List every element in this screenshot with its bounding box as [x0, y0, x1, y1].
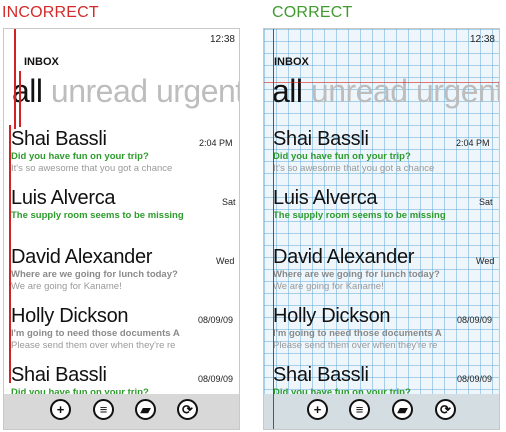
list-item[interactable]: Shai Bassli Did you have fun on your tri… [11, 127, 239, 186]
list-item[interactable]: David Alexander Where are we going for l… [11, 245, 239, 304]
message-subject: Did you have fun on your trip? [11, 151, 149, 162]
message-date: 08/09/09 [457, 374, 493, 384]
message-date: 08/09/09 [457, 315, 493, 325]
folder-icon[interactable]: ▰ [135, 399, 156, 420]
message-date: 08/09/09 [198, 315, 234, 325]
message-subject: Where are we going for lunch today? [273, 269, 440, 280]
list-item[interactable]: Holly Dickson I'm going to need those do… [11, 304, 239, 363]
guide-line [9, 125, 11, 383]
list-item[interactable]: Luis Alverca The supply room seems to be… [273, 186, 499, 245]
message-subject: Where are we going for lunch today? [11, 269, 178, 280]
message-date: Wed [216, 256, 235, 266]
add-icon[interactable]: + [50, 399, 71, 420]
message-sender: David Alexander [273, 246, 415, 268]
message-preview: It's so awesome that you got a chance [11, 163, 173, 174]
list-item[interactable]: Luis Alverca The supply room seems to be… [11, 186, 239, 245]
folder-icon[interactable]: ▰ [392, 399, 413, 420]
pivot-header: all unread urgent [12, 73, 239, 109]
pivot-all[interactable]: all [12, 73, 43, 109]
guide-line [273, 29, 274, 429]
add-icon[interactable]: + [307, 399, 328, 420]
app-bar: + ≡ ▰ ⟳ [264, 394, 499, 429]
message-preview: Please send them over when they're re [11, 340, 176, 351]
app-bar: + ≡ ▰ ⟳ [4, 394, 239, 429]
guide-line [19, 71, 21, 127]
message-preview: We are going for Kaname! [11, 281, 122, 292]
pivot-header: all unread urgent [272, 73, 499, 109]
list-item[interactable]: David Alexander Where are we going for l… [273, 245, 499, 304]
list-icon[interactable]: ≡ [93, 399, 114, 420]
pivot-urgent[interactable]: urgent [156, 73, 239, 109]
guide-line [264, 82, 499, 83]
inbox-title: INBOX [274, 56, 309, 68]
message-sender: David Alexander [11, 246, 153, 268]
status-clock: 12:38 [469, 34, 495, 45]
list-icon[interactable]: ≡ [349, 399, 370, 420]
message-preview: It's so awesome that you got a chance [273, 163, 435, 174]
incorrect-phone-screen: 12:38 INBOX all unread urgent Shai Bassl… [3, 28, 240, 430]
pivot-urgent[interactable]: urgent [416, 73, 499, 109]
correct-caption: CORRECT [272, 4, 353, 21]
guide-line [14, 29, 16, 129]
message-preview: We are going for Kaname! [273, 281, 384, 292]
message-subject: I'm going to need those documents A [273, 328, 442, 339]
message-list: Shai Bassli Did you have fun on your tri… [11, 127, 239, 422]
inbox-title: INBOX [24, 56, 59, 68]
sync-icon[interactable]: ⟳ [177, 399, 198, 420]
message-sender: Luis Alverca [11, 187, 116, 209]
message-date: 08/09/09 [198, 374, 234, 384]
message-date: 2:04 PM [199, 138, 233, 148]
pivot-unread[interactable]: unread [51, 73, 148, 109]
message-date: 2:04 PM [456, 138, 490, 148]
message-subject: The supply room seems to be missing [273, 210, 446, 221]
message-date: Wed [476, 256, 495, 266]
message-date: Sat [222, 197, 236, 207]
message-sender: Luis Alverca [273, 187, 378, 209]
message-preview: Please send them over when they're re [273, 340, 438, 351]
list-item[interactable]: Holly Dickson I'm going to need those do… [273, 304, 499, 363]
message-subject: I'm going to need those documents A [11, 328, 180, 339]
pivot-all[interactable]: all [272, 73, 303, 109]
message-list: Shai Bassli Did you have fun on your tri… [273, 127, 499, 422]
incorrect-caption: INCORRECT [2, 4, 99, 21]
status-clock: 12:38 [209, 34, 235, 45]
message-subject: Did you have fun on your trip? [273, 151, 411, 162]
pivot-unread[interactable]: unread [311, 73, 408, 109]
correct-phone-screen: 12:38 INBOX all unread urgent Shai Bassl… [263, 28, 500, 430]
message-date: Sat [479, 197, 493, 207]
message-subject: The supply room seems to be missing [11, 210, 184, 221]
list-item[interactable]: Shai Bassli Did you have fun on your tri… [273, 127, 499, 186]
sync-icon[interactable]: ⟳ [435, 399, 456, 420]
